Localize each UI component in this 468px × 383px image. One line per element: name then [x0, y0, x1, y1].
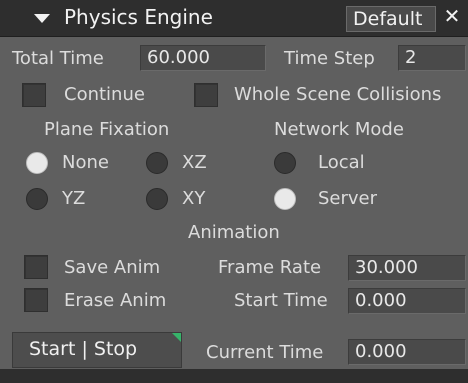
- frame-rate-label: Frame Rate: [218, 257, 322, 278]
- current-time-label: Current Time: [206, 342, 324, 363]
- panel-header: Physics Engine Default ✕: [0, 0, 468, 37]
- network-local-label: Local: [318, 152, 365, 173]
- start-time-label: Start Time: [234, 290, 328, 311]
- erase-anim-label: Erase Anim: [64, 290, 167, 311]
- save-anim-label: Save Anim: [64, 257, 161, 278]
- plane-xz-label: XZ: [182, 152, 207, 173]
- preset-dropdown[interactable]: Default: [346, 6, 436, 32]
- plane-yz-radio[interactable]: [26, 188, 48, 210]
- frame-rate-field[interactable]: 30.000: [348, 255, 466, 281]
- continue-checkbox[interactable]: [22, 83, 46, 107]
- network-mode-heading: Network Mode: [274, 119, 404, 140]
- plane-xz-radio[interactable]: [146, 152, 168, 174]
- time-step-field[interactable]: 2: [398, 45, 466, 71]
- time-step-value: 2: [405, 47, 417, 68]
- total-time-field[interactable]: 60.000: [140, 45, 266, 71]
- time-step-label: Time Step: [284, 48, 375, 69]
- animation-heading: Animation: [188, 222, 280, 243]
- plane-fixation-heading: Plane Fixation: [44, 119, 170, 140]
- start-time-field[interactable]: 0.000: [348, 288, 466, 314]
- close-icon[interactable]: ✕: [440, 4, 464, 30]
- erase-anim-checkbox[interactable]: [24, 288, 48, 312]
- total-time-label: Total Time: [12, 48, 104, 69]
- plane-none-label: None: [62, 152, 109, 173]
- plane-none-radio[interactable]: [26, 152, 48, 174]
- frame-rate-value: 30.000: [355, 257, 418, 278]
- network-local-radio[interactable]: [274, 152, 296, 174]
- plane-yz-label: YZ: [62, 188, 86, 209]
- start-stop-label: Start | Stop: [29, 338, 138, 360]
- panel-title: Physics Engine: [64, 5, 213, 29]
- save-anim-checkbox[interactable]: [24, 255, 48, 279]
- plane-xy-radio[interactable]: [146, 188, 168, 210]
- status-corner-icon: [172, 333, 181, 342]
- start-time-value: 0.000: [355, 290, 407, 311]
- collapse-triangle-icon[interactable]: [34, 14, 50, 23]
- current-time-value: 0.000: [355, 341, 407, 362]
- whole-scene-collisions-checkbox[interactable]: [194, 83, 218, 107]
- network-server-radio[interactable]: [274, 188, 296, 210]
- start-stop-button[interactable]: Start | Stop: [12, 332, 182, 368]
- current-time-field[interactable]: 0.000: [348, 339, 466, 365]
- network-server-label: Server: [318, 188, 378, 209]
- bottom-bar: [0, 369, 468, 383]
- continue-label: Continue: [64, 84, 145, 105]
- total-time-value: 60.000: [147, 47, 210, 68]
- whole-scene-collisions-label: Whole Scene Collisions: [234, 84, 442, 105]
- preset-label: Default: [353, 8, 423, 30]
- plane-xy-label: XY: [182, 188, 206, 209]
